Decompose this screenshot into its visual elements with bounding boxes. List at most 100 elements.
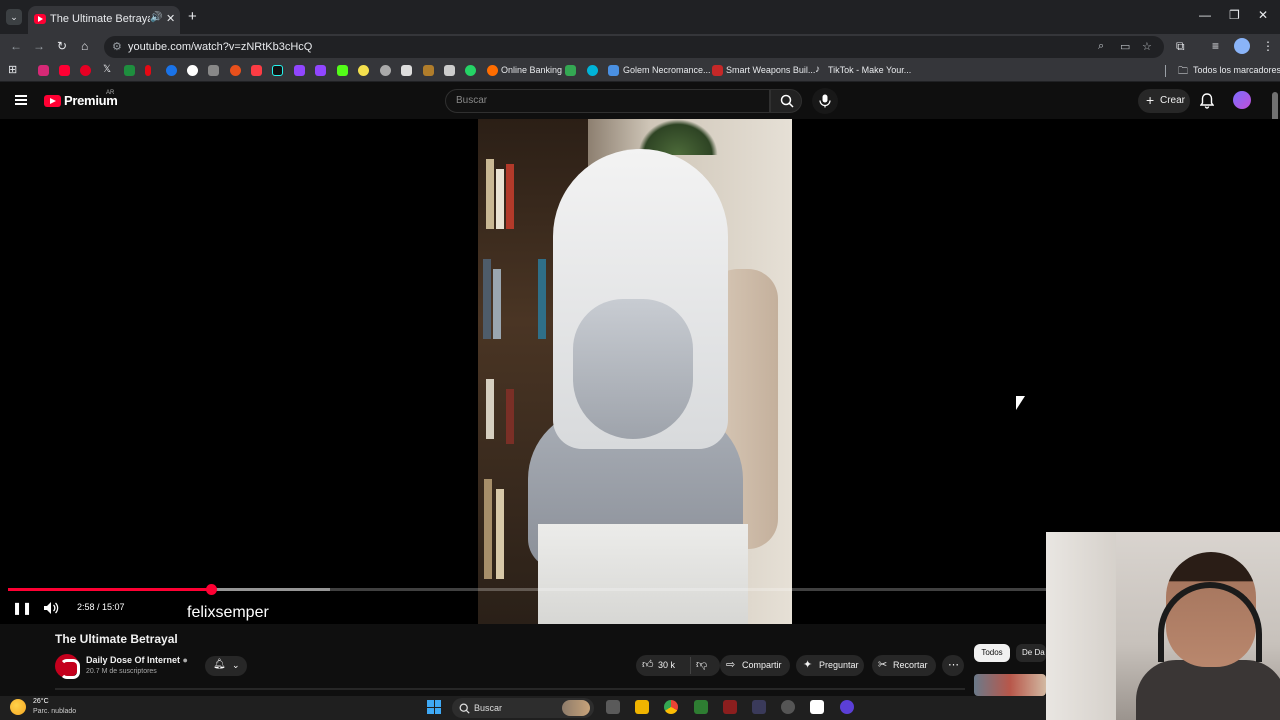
mouse-cursor-icon [1016,396,1025,410]
instagram-icon[interactable] [38,65,49,76]
tiktok-icon: ♪ [815,64,820,75]
weather-condition[interactable]: Parc. nublado [33,708,76,715]
weapons-icon[interactable] [712,65,723,76]
tab-close-icon[interactable]: ✕ [166,12,175,25]
bookmark-yellow-icon[interactable] [358,65,369,76]
bookmark-tiktok[interactable]: TikTok - Make Your... [828,65,911,75]
app-purple-icon[interactable] [840,700,854,714]
search-button[interactable] [770,89,802,113]
youtube-logo-icon[interactable] [44,95,61,107]
tiktok-small-icon[interactable] [272,65,283,76]
whatsapp-icon[interactable] [465,65,476,76]
bell-icon: 🔔︎ [213,659,226,670]
bookmark-purple-icon[interactable] [294,65,305,76]
channel-name[interactable]: Daily Dose Of Internet ● [86,655,188,665]
bookmark-white-icon[interactable] [187,65,198,76]
window-close-icon[interactable]: ✕ [1258,8,1268,22]
site-info-icon[interactable]: ⚙ [112,40,122,53]
windows-start-icon[interactable] [427,700,441,714]
search-highlight-image [562,700,590,716]
pinterest-icon[interactable] [80,65,91,76]
task-view-icon[interactable] [606,700,620,714]
bookmark-globe-icon[interactable] [380,65,391,76]
forward-icon[interactable]: → [33,39,45,53]
dislike-icon[interactable]: 👎︎ [696,658,707,671]
bookmark-green-icon[interactable] [124,65,135,76]
description-box-edge [55,688,965,690]
subscriber-count: 20.7 M de suscriptores [86,668,157,675]
omnibox[interactable]: ⚙ youtube.com/watch?v=zNRtKb3cHcQ ⌕ ▭ ☆ [104,36,1164,58]
speaker-icon[interactable]: 🔊 [150,12,162,23]
music-icon[interactable] [251,65,262,76]
chrome-menu-icon[interactable]: ⋮ [1262,39,1274,53]
account-avatar[interactable] [1233,91,1251,109]
volume-icon[interactable] [43,601,59,615]
bookmark-smart-weapons[interactable]: Smart Weapons Buil... [726,65,815,75]
notifications-bell-icon[interactable] [1200,93,1214,109]
cast-icon[interactable]: ▭ [1120,40,1130,53]
recommended-thumbnail[interactable] [974,674,1046,696]
create-button[interactable]: + Crear [1138,89,1190,113]
search-input[interactable]: Buscar [445,89,770,113]
minimize-icon[interactable]: — [1199,8,1211,22]
taskbar-search[interactable]: Buscar [452,698,594,718]
channel-avatar[interactable] [55,654,80,679]
guide-menu-icon[interactable] [15,95,27,105]
more-actions-button[interactable]: ⋯ [942,655,964,676]
new-tab-icon[interactable]: + [188,8,197,25]
chip-from-channel[interactable]: De Da [1016,644,1046,662]
reload-icon[interactable]: ↻ [57,39,67,53]
back-icon[interactable]: ← [10,39,22,53]
bookmark-blue-icon[interactable] [166,65,177,76]
app-green-icon[interactable] [694,700,708,714]
bookmark-cyan-icon[interactable] [587,65,598,76]
kick-icon[interactable] [337,65,348,76]
chrome-icon[interactable] [664,700,678,714]
bookmark-brown-icon[interactable] [423,65,434,76]
subscribed-bell-button[interactable]: 🔔︎ ⌄ [205,656,247,676]
file-explorer-icon[interactable] [635,700,649,714]
restore-icon[interactable]: ❐ [1229,8,1240,22]
home-icon[interactable]: ⌂ [81,39,88,53]
like-icon[interactable]: 👍︎ [642,658,654,671]
sheets-icon[interactable] [565,65,576,76]
like-count[interactable]: 30 k [658,660,675,670]
browser-tab-bar: ⌄ The Ultimate Betrayal - You 🔊 ✕ + — ❐ … [0,0,1280,34]
progress-bar[interactable] [8,584,1046,595]
golem-icon[interactable] [608,65,619,76]
x-icon[interactable]: 𝕏 [103,64,111,75]
ask-button[interactable]: ✦ Preguntar [796,655,864,676]
bookmark-orange-icon[interactable] [230,65,241,76]
reading-list-icon[interactable]: ≡ [1212,39,1219,53]
extensions-icon[interactable]: ⧉ [1176,39,1185,54]
bookmark-screen-icon[interactable] [444,65,455,76]
weather-temperature[interactable]: 26°C [33,698,49,705]
browser-tab[interactable]: The Ultimate Betrayal - You 🔊 ✕ [28,6,180,34]
zoom-icon[interactable]: ⌕ [1098,40,1104,53]
weather-icon[interactable] [10,699,26,715]
app-tools-icon[interactable] [752,700,766,714]
share-button[interactable]: ⇨ Compartir [720,655,790,676]
voice-search-button[interactable] [812,88,838,114]
app-settings-icon[interactable] [781,700,795,714]
scrubber-handle[interactable] [206,584,218,595]
capcut-icon[interactable] [810,700,824,714]
chip-all[interactable]: Todos [974,644,1010,662]
tab-search-icon[interactable]: ⌄ [6,9,22,25]
twitch-icon[interactable] [315,65,326,76]
clip-button[interactable]: ✂ Recortar [872,655,936,676]
bookmark-golem[interactable]: Golem Necromance... [623,65,711,75]
apps-grid-icon[interactable]: ⊞ [8,63,17,76]
youtube-icon[interactable] [59,65,70,76]
all-bookmarks[interactable]: Todos los marcadores [1193,65,1280,75]
bookmark-star-icon[interactable]: ☆ [1142,40,1152,53]
video-title: The Ultimate Betrayal [55,632,178,646]
pause-icon[interactable]: ❚❚ [12,601,32,615]
app-red-icon[interactable] [723,700,737,714]
bookmark-doc-icon[interactable] [401,65,412,76]
profile-avatar[interactable] [1234,38,1250,54]
bookmark-online-banking[interactable]: Online Banking [501,65,562,75]
bookmark-gray-icon[interactable] [208,65,219,76]
netflix-icon[interactable] [145,65,151,76]
banking-icon[interactable] [487,65,498,76]
